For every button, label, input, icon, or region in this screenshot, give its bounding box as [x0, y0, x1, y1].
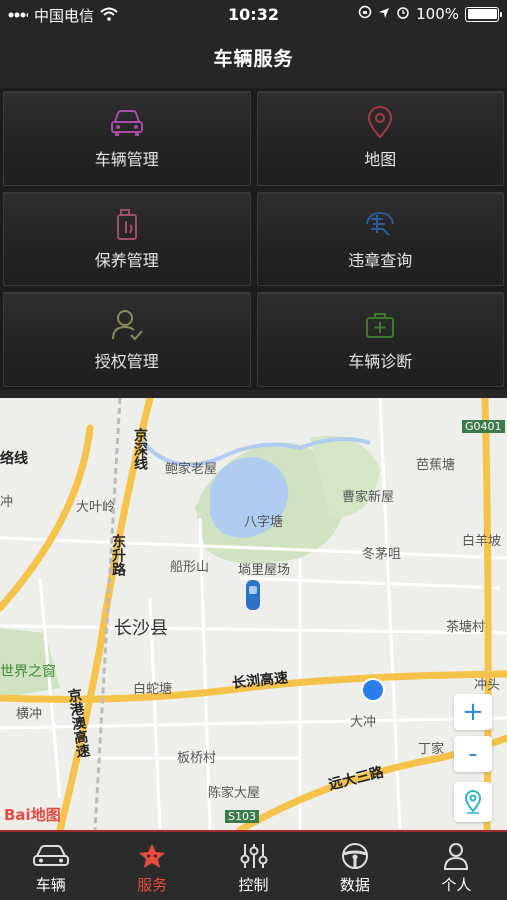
vehicle-management-label: 车辆管理	[94, 150, 159, 170]
status-bar: 中国电信 10:32 100%	[0, 0, 507, 30]
highway-shield: S103	[225, 810, 259, 823]
authorization-management-button[interactable]: 授权管理	[3, 292, 251, 387]
vehicle-marker[interactable]	[246, 580, 260, 610]
authorization-management-label: 授权管理	[94, 351, 159, 371]
tab-profile[interactable]: 个人	[406, 832, 507, 900]
map-label: 船形山	[170, 560, 210, 575]
map-label: 冬茅咀	[362, 547, 402, 562]
map-label: 茶塘村	[446, 620, 486, 635]
map-button[interactable]: 地图	[256, 91, 504, 186]
maintenance-management-label: 保养管理	[94, 250, 159, 270]
tab-label: 个人	[441, 876, 472, 894]
baidu-map-logo: Bai地图	[4, 806, 61, 824]
map-label: 冲	[0, 495, 14, 510]
map-label: 白蛇塘	[133, 682, 173, 697]
map-label: 京深线	[132, 428, 148, 470]
map-label: 地图	[364, 150, 397, 170]
medkit-icon	[362, 308, 398, 342]
tab-vehicle[interactable]: 车辆	[0, 832, 101, 900]
star-badge-icon	[139, 844, 166, 868]
alarm-icon	[396, 5, 410, 23]
car-icon	[109, 106, 145, 140]
violation-query-label: 违章查询	[348, 250, 413, 270]
tab-label: 车辆	[35, 876, 66, 894]
user-check-icon	[109, 308, 145, 342]
rotation-lock-icon	[358, 5, 372, 23]
zoom-in-button[interactable]: +	[454, 694, 492, 730]
map-label: 曹家新屋	[342, 490, 395, 505]
vehicle-diagnosis-button[interactable]: 车辆诊断	[256, 292, 504, 387]
steering-wheel-icon	[341, 843, 368, 869]
map-label: 板桥村	[177, 751, 217, 766]
map-label: 芭蕉塘	[416, 458, 456, 473]
map-label: 长沙县	[114, 618, 168, 639]
map-label: 丁家	[418, 742, 445, 757]
service-grid: 车辆管理 地图 保养管理 违章查询 授权管理 车辆诊断	[0, 88, 507, 390]
tab-label: 服务	[137, 876, 168, 894]
map-label: 冲头	[474, 678, 501, 693]
page-title: 车辆服务	[213, 48, 294, 70]
highway-shield: G0401	[462, 420, 505, 433]
violation-query-button[interactable]: 违章查询	[256, 191, 504, 287]
locate-button[interactable]	[454, 782, 492, 822]
map-label: 横冲	[16, 707, 43, 722]
map-label: 白羊坡	[462, 534, 502, 549]
tab-bar: 车辆 服务 控制 数据 个人	[0, 832, 507, 900]
battery-percent: 100%	[416, 5, 459, 23]
sliders-icon	[240, 844, 268, 868]
map-view[interactable]: 京深线 络线 鲍家老屋 芭蕉塘 曹家新屋 八字塘 大叶岭 冲 东升路 船形山 冬…	[0, 398, 507, 830]
map-pin-icon	[362, 106, 398, 140]
car-outline-icon	[32, 845, 69, 866]
vehicle-diagnosis-label: 车辆诊断	[348, 351, 413, 371]
map-label: 东升路	[110, 534, 126, 576]
person-icon	[444, 843, 469, 870]
my-location-dot	[361, 678, 385, 702]
map-label: 世界之窗	[0, 664, 56, 680]
tab-control[interactable]: 控制	[203, 832, 304, 900]
map-label: 络线	[0, 451, 28, 467]
tab-services[interactable]: 服务	[101, 832, 202, 900]
map-label: 大冲	[350, 715, 377, 730]
oil-can-icon	[109, 207, 145, 241]
map-label: 陈家大屋	[208, 786, 261, 801]
tab-data[interactable]: 数据	[304, 832, 405, 900]
zoom-out-button[interactable]: -	[454, 736, 492, 772]
ticket-icon	[362, 207, 398, 241]
battery-icon	[465, 6, 502, 22]
vehicle-management-button[interactable]: 车辆管理	[3, 91, 251, 186]
tab-label: 数据	[339, 876, 370, 894]
location-arrow-icon	[378, 5, 390, 23]
map-label: 埫里屋场	[238, 563, 291, 578]
map-label: 八字塘	[244, 515, 284, 530]
maintenance-management-button[interactable]: 保养管理	[3, 191, 251, 287]
map-label: 鲍家老屋	[165, 462, 218, 477]
tab-label: 控制	[238, 876, 269, 894]
location-pin-icon	[464, 790, 482, 814]
map-label: 大叶岭	[76, 500, 116, 515]
